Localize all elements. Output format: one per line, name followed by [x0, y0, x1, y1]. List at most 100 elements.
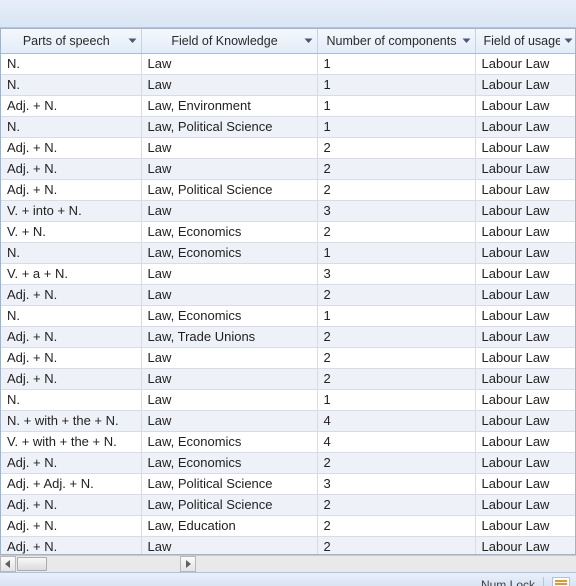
table-row[interactable]: Adj. + N.Law2Labour Law	[1, 158, 576, 179]
table-row[interactable]: V. + a + N.Law3Labour Law	[1, 263, 576, 284]
cell[interactable]: Adj. + N.	[1, 494, 141, 515]
cell[interactable]: Labour Law	[475, 137, 576, 158]
cell[interactable]: Law	[141, 389, 317, 410]
cell[interactable]: Labour Law	[475, 263, 576, 284]
table-row[interactable]: N.Law1Labour Law	[1, 53, 576, 74]
table-row[interactable]: N.Law1Labour Law	[1, 389, 576, 410]
cell[interactable]: Labour Law	[475, 515, 576, 536]
cell[interactable]: 3	[317, 200, 475, 221]
cell[interactable]: 4	[317, 431, 475, 452]
cell[interactable]: V. + with + the + N.	[1, 431, 141, 452]
cell[interactable]: 1	[317, 116, 475, 137]
cell[interactable]: Law, Political Science	[141, 473, 317, 494]
table-row[interactable]: Adj. + N.Law, Trade Unions2Labour Law	[1, 326, 576, 347]
cell[interactable]: Law	[141, 347, 317, 368]
cell[interactable]: Law	[141, 74, 317, 95]
cell[interactable]: Labour Law	[475, 158, 576, 179]
cell[interactable]: Adj. + N.	[1, 158, 141, 179]
col-header-number-of-components[interactable]: Number of components	[317, 29, 475, 53]
cell[interactable]: N. + with + the + N.	[1, 410, 141, 431]
cell[interactable]: Labour Law	[475, 347, 576, 368]
cell[interactable]: Adj. + N.	[1, 179, 141, 200]
cell[interactable]: 2	[317, 347, 475, 368]
table-row[interactable]: Adj. + N.Law, Political Science2Labour L…	[1, 494, 576, 515]
filter-dropdown-icon[interactable]	[128, 36, 137, 45]
cell[interactable]: Labour Law	[475, 242, 576, 263]
cell[interactable]: Adj. + N.	[1, 452, 141, 473]
cell[interactable]: Labour Law	[475, 494, 576, 515]
cell[interactable]: Law, Education	[141, 515, 317, 536]
cell[interactable]: N.	[1, 74, 141, 95]
cell[interactable]: Labour Law	[475, 536, 576, 555]
cell[interactable]: Law	[141, 368, 317, 389]
table-row[interactable]: Adj. + N.Law2Labour Law	[1, 368, 576, 389]
cell[interactable]: Labour Law	[475, 326, 576, 347]
cell[interactable]: V. + N.	[1, 221, 141, 242]
cell[interactable]: 2	[317, 368, 475, 389]
cell[interactable]: 2	[317, 179, 475, 200]
cell[interactable]: Law, Economics	[141, 221, 317, 242]
cell[interactable]: Law, Trade Unions	[141, 326, 317, 347]
cell[interactable]: N.	[1, 242, 141, 263]
table-row[interactable]: Adj. + N.Law, Economics2Labour Law	[1, 452, 576, 473]
cell[interactable]: Labour Law	[475, 368, 576, 389]
cell[interactable]: Labour Law	[475, 116, 576, 137]
cell[interactable]: Law	[141, 536, 317, 555]
cell[interactable]: 1	[317, 74, 475, 95]
scroll-right-button[interactable]	[180, 556, 196, 572]
cell[interactable]: Law, Environment	[141, 95, 317, 116]
table-row[interactable]: Adj. + N.Law2Labour Law	[1, 347, 576, 368]
cell[interactable]: Law, Economics	[141, 242, 317, 263]
cell[interactable]: 3	[317, 473, 475, 494]
filter-dropdown-icon[interactable]	[462, 36, 471, 45]
cell[interactable]: 1	[317, 53, 475, 74]
cell[interactable]: 2	[317, 158, 475, 179]
cell[interactable]: Law	[141, 158, 317, 179]
filter-dropdown-icon[interactable]	[304, 36, 313, 45]
col-header-field-of-knowledge[interactable]: Field of Knowledge	[141, 29, 317, 53]
cell[interactable]: Labour Law	[475, 389, 576, 410]
cell[interactable]: Law, Economics	[141, 452, 317, 473]
cell[interactable]: N.	[1, 53, 141, 74]
cell[interactable]: Adj. + N.	[1, 95, 141, 116]
cell[interactable]: Labour Law	[475, 179, 576, 200]
cell[interactable]: Adj. + N.	[1, 284, 141, 305]
cell[interactable]: Law, Political Science	[141, 179, 317, 200]
cell[interactable]: Law	[141, 137, 317, 158]
table-row[interactable]: Adj. + N.Law, Education2Labour Law	[1, 515, 576, 536]
cell[interactable]: 1	[317, 389, 475, 410]
cell[interactable]: 3	[317, 263, 475, 284]
cell[interactable]: Adj. + N.	[1, 368, 141, 389]
cell[interactable]: V. + into + N.	[1, 200, 141, 221]
horizontal-scrollbar[interactable]	[0, 555, 576, 572]
table-row[interactable]: Adj. + N.Law2Labour Law	[1, 284, 576, 305]
cell[interactable]: Labour Law	[475, 74, 576, 95]
cell[interactable]: Labour Law	[475, 95, 576, 116]
filter-dropdown-icon[interactable]	[564, 36, 573, 45]
table-row[interactable]: V. + with + the + N.Law, Economics4Labou…	[1, 431, 576, 452]
cell[interactable]: Law, Political Science	[141, 116, 317, 137]
cell[interactable]: 1	[317, 95, 475, 116]
cell[interactable]: 2	[317, 221, 475, 242]
cell[interactable]: Law, Political Science	[141, 494, 317, 515]
cell[interactable]: Law	[141, 200, 317, 221]
cell[interactable]: Labour Law	[475, 431, 576, 452]
cell[interactable]: Labour Law	[475, 200, 576, 221]
table-row[interactable]: Adj. + N.Law, Political Science2Labour L…	[1, 179, 576, 200]
cell[interactable]: Labour Law	[475, 221, 576, 242]
cell[interactable]: Adj. + Adj. + N.	[1, 473, 141, 494]
cell[interactable]: Labour Law	[475, 53, 576, 74]
scroll-left-button[interactable]	[0, 556, 16, 572]
table-row[interactable]: V. + into + N.Law3Labour Law	[1, 200, 576, 221]
cell[interactable]: Law	[141, 263, 317, 284]
view-button[interactable]	[552, 577, 570, 586]
col-header-parts-of-speech[interactable]: Parts of speech	[1, 29, 141, 53]
col-header-field-of-usage[interactable]: Field of usage	[475, 29, 576, 53]
cell[interactable]: Adj. + N.	[1, 536, 141, 555]
cell[interactable]: Adj. + N.	[1, 515, 141, 536]
cell[interactable]: Law, Economics	[141, 431, 317, 452]
table-row[interactable]: Adj. + Adj. + N.Law, Political Science3L…	[1, 473, 576, 494]
cell[interactable]: Law	[141, 410, 317, 431]
scroll-thumb[interactable]	[17, 557, 47, 571]
table-row[interactable]: Adj. + N.Law2Labour Law	[1, 137, 576, 158]
